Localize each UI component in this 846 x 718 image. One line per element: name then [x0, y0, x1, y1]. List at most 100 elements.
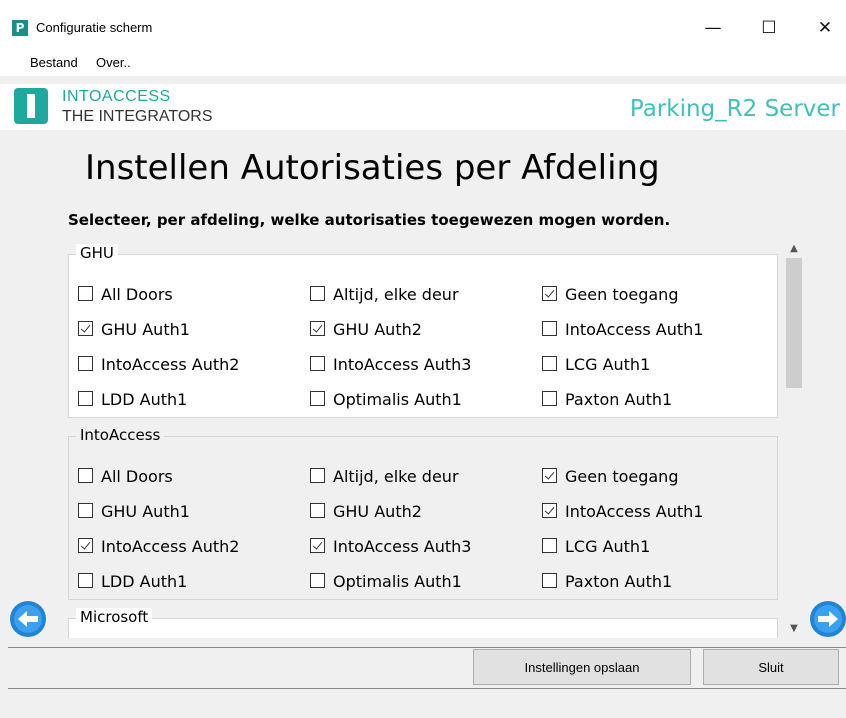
checkbox-option[interactable]: Geen toegang	[542, 467, 678, 486]
checkbox-icon	[78, 286, 93, 301]
checkbox-label: IntoAccess Auth3	[333, 537, 472, 556]
checkbox-label: GHU Auth1	[101, 502, 190, 521]
group-frame	[68, 618, 778, 638]
status-bar	[0, 690, 846, 718]
menu-bestand[interactable]: Bestand	[30, 55, 78, 70]
checkbox-option[interactable]: Optimalis Auth1	[310, 572, 462, 591]
group-title: GHU	[76, 244, 118, 262]
checkbox-label: LCG Auth1	[565, 537, 651, 556]
checkbox-icon	[310, 391, 325, 406]
checkbox-label: LCG Auth1	[565, 355, 651, 374]
window-title: Configuratie scherm	[36, 20, 153, 35]
checkbox-icon	[78, 573, 93, 588]
vertical-scrollbar[interactable]: ▲ ▼	[784, 240, 804, 638]
checkbox-option[interactable]: LCG Auth1	[542, 537, 650, 556]
checkbox-label: GHU Auth1	[101, 320, 190, 339]
checkbox-option[interactable]: LCG Auth1	[542, 355, 650, 374]
checkbox-checked-icon	[310, 538, 325, 553]
checkbox-icon	[542, 321, 557, 336]
checkbox-label: IntoAccess Auth1	[565, 502, 704, 521]
server-name: Parking_R2 Server	[629, 96, 840, 122]
checkbox-checked-icon	[542, 286, 557, 301]
checkbox-icon	[310, 503, 325, 518]
department-list[interactable]: GHU All Doors Altijd, elke deur Geen toe…	[68, 240, 782, 638]
checkbox-checked-icon	[542, 468, 557, 483]
checkbox-label: LDD Auth1	[101, 572, 188, 591]
checkbox-option[interactable]: IntoAccess Auth1	[542, 320, 703, 339]
checkbox-label: Altijd, elke deur	[333, 285, 459, 304]
checkbox-label: Geen toegang	[565, 467, 679, 486]
group-title: Microsoft	[76, 608, 153, 626]
checkbox-icon	[542, 391, 557, 406]
checkbox-icon	[78, 391, 93, 406]
checkbox-option[interactable]: All Doors	[78, 467, 173, 486]
checkbox-label: GHU Auth2	[333, 502, 422, 521]
checkbox-option[interactable]: Geen toegang	[542, 285, 678, 304]
checkbox-icon	[310, 286, 325, 301]
checkbox-label: IntoAccess Auth3	[333, 355, 472, 374]
checkbox-icon	[78, 468, 93, 483]
save-settings-button[interactable]: Instellingen opslaan	[473, 649, 691, 685]
menu-bar: Bestand Over..	[0, 50, 846, 76]
title-bar: P Configuratie scherm — ☐ ✕	[0, 0, 846, 50]
group-title: IntoAccess	[76, 426, 165, 444]
checkbox-option[interactable]: Paxton Auth1	[542, 572, 672, 591]
checkbox-option[interactable]: GHU Auth2	[310, 320, 422, 339]
intoaccess-logo-icon	[14, 88, 48, 124]
checkbox-option[interactable]: Paxton Auth1	[542, 390, 672, 409]
checkbox-option[interactable]: IntoAccess Auth1	[542, 502, 703, 521]
checkbox-label: Altijd, elke deur	[333, 467, 459, 486]
checkbox-checked-icon	[78, 321, 93, 336]
maximize-button[interactable]: ☐	[746, 8, 792, 48]
close-button[interactable]: Sluit	[703, 649, 839, 685]
scroll-up-icon[interactable]: ▲	[784, 240, 804, 258]
checkbox-label: Geen toegang	[565, 285, 679, 304]
header-banner: INTOACCESS THE INTEGRATORS Parking_R2 Se…	[0, 84, 846, 130]
scroll-down-icon[interactable]: ▼	[784, 620, 804, 638]
checkbox-label: IntoAccess Auth2	[101, 355, 240, 374]
checkbox-icon	[542, 356, 557, 371]
logo-line1: INTOACCESS	[62, 88, 171, 105]
checkbox-option[interactable]: Optimalis Auth1	[310, 390, 462, 409]
previous-arrow-icon[interactable]	[10, 601, 46, 637]
next-arrow-icon[interactable]	[810, 601, 846, 637]
checkbox-label: IntoAccess Auth2	[101, 537, 240, 556]
checkbox-option[interactable]: All Doors	[78, 285, 173, 304]
checkbox-option[interactable]: GHU Auth2	[310, 502, 422, 521]
checkbox-icon	[310, 573, 325, 588]
page-title: Instellen Autorisaties per Afdeling	[85, 148, 660, 188]
minimize-button[interactable]: —	[690, 8, 736, 48]
checkbox-option[interactable]: IntoAccess Auth2	[78, 537, 239, 556]
checkbox-option[interactable]: LDD Auth1	[78, 390, 187, 409]
scrollbar-thumb[interactable]	[786, 258, 802, 388]
checkbox-label: All Doors	[101, 285, 173, 304]
checkbox-icon	[310, 468, 325, 483]
checkbox-label: Optimalis Auth1	[333, 390, 462, 409]
close-window-button[interactable]: ✕	[802, 8, 846, 48]
checkbox-label: Optimalis Auth1	[333, 572, 462, 591]
checkbox-icon	[78, 356, 93, 371]
checkbox-option[interactable]: IntoAccess Auth3	[310, 355, 471, 374]
checkbox-option[interactable]: IntoAccess Auth3	[310, 537, 471, 556]
checkbox-option[interactable]: Altijd, elke deur	[310, 467, 459, 486]
checkbox-label: All Doors	[101, 467, 173, 486]
checkbox-option[interactable]: GHU Auth1	[78, 320, 190, 339]
checkbox-label: IntoAccess Auth1	[565, 320, 704, 339]
checkbox-icon	[542, 538, 557, 553]
group-intoaccess: IntoAccess All Doors Altijd, elke deur G…	[68, 422, 778, 600]
checkbox-checked-icon	[310, 321, 325, 336]
checkbox-label: Paxton Auth1	[565, 390, 673, 409]
checkbox-label: Paxton Auth1	[565, 572, 673, 591]
checkbox-label: LDD Auth1	[101, 390, 188, 409]
group-microsoft: Microsoft	[68, 604, 778, 638]
page-subtitle: Selecteer, per afdeling, welke autorisat…	[68, 211, 671, 229]
checkbox-option[interactable]: Altijd, elke deur	[310, 285, 459, 304]
checkbox-icon	[78, 503, 93, 518]
menu-over[interactable]: Over..	[96, 55, 131, 70]
checkbox-option[interactable]: LDD Auth1	[78, 572, 187, 591]
logo-line2: THE INTEGRATORS	[62, 108, 213, 125]
checkbox-option[interactable]: GHU Auth1	[78, 502, 190, 521]
checkbox-checked-icon	[542, 503, 557, 518]
checkbox-option[interactable]: IntoAccess Auth2	[78, 355, 239, 374]
group-ghu: GHU All Doors Altijd, elke deur Geen toe…	[68, 240, 778, 418]
